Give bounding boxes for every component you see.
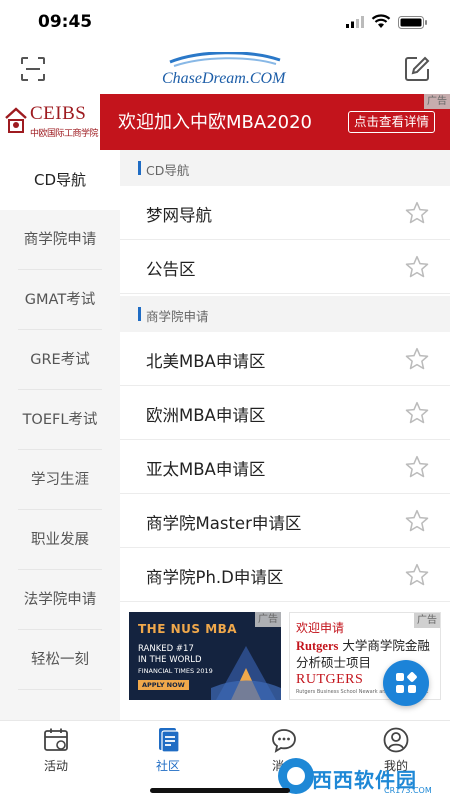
sidebar-item-label: 法学院申请 — [23, 592, 97, 608]
sidebar-item-label: GMAT考试 — [24, 292, 96, 308]
wifi-icon — [371, 14, 391, 28]
ceibs-brand: CEIBS — [30, 103, 87, 124]
signal-icon — [346, 16, 364, 28]
list-item[interactable]: 梦网导航 — [120, 186, 450, 240]
ad-tag: 广告 — [424, 94, 450, 109]
rutgers-ad-top: 欢迎申请 — [296, 621, 345, 635]
sidebar-item-label: 学习生涯 — [31, 472, 89, 488]
section-title: CD导航 — [146, 163, 190, 178]
home-indicator — [150, 788, 290, 793]
rutgers-ad-line2: 分析硕士项目 — [296, 655, 372, 670]
list-item[interactable]: 北美MBA申请区 — [120, 332, 450, 386]
sidebar-item-gre[interactable]: GRE考试 — [0, 330, 120, 390]
section-marker — [138, 161, 141, 175]
logo-text: ChaseDream.COM — [162, 70, 287, 86]
list-item-label: 亚太MBA申请区 — [146, 460, 266, 479]
grid-menu-button[interactable] — [383, 660, 429, 706]
sidebar-item-label: 职业发展 — [31, 532, 89, 548]
star-icon[interactable] — [404, 508, 430, 534]
category-sidebar: CD导航 商学院申请 GMAT考试 GRE考试 TOEFL考试 学习生涯 职业发… — [0, 150, 120, 720]
section-marker — [138, 307, 141, 321]
sidebar-item-study-life[interactable]: 学习生涯 — [0, 450, 120, 510]
nus-ad-line2: IN THE WORLD — [138, 655, 202, 665]
tab-activities[interactable]: 活动 — [11, 727, 101, 774]
rutgers-ad-line1-rest: 大学商学院金融 — [338, 638, 430, 653]
sidebar-item-relax[interactable]: 轻松一刻 — [0, 630, 120, 690]
user-icon — [383, 727, 409, 753]
app-header: ChaseDream.COM — [0, 44, 450, 94]
calendar-icon — [44, 728, 68, 751]
star-icon[interactable] — [404, 562, 430, 588]
document-icon — [159, 728, 180, 753]
list-item-label: 北美MBA申请区 — [146, 352, 266, 371]
nus-ad-line3: FINANCIAL TIMES 2019 — [138, 667, 213, 675]
watermark-sub: CR173.COM — [384, 786, 432, 795]
list-item[interactable]: 商学院Master申请区 — [120, 494, 450, 548]
banner-detail-button[interactable]: 点击查看详情 — [348, 111, 436, 133]
sidebar-item-cd-nav[interactable]: CD导航 — [0, 150, 120, 210]
list-item[interactable]: 公告区 — [120, 240, 450, 294]
grid-icon — [396, 672, 417, 693]
star-icon[interactable] — [404, 254, 430, 280]
section-header: 商学院申请 — [120, 296, 450, 332]
rutgers-logo: RUTGERS — [296, 672, 364, 687]
ceibs-logo: CEIBS 中欧国际工商学院 — [0, 94, 100, 150]
tab-community[interactable]: 社区 — [123, 727, 213, 774]
list-item-label: 梦网导航 — [146, 206, 212, 225]
nus-apply-button[interactable]: APPLY NOW — [138, 680, 189, 690]
list-item-label: 商学院Master申请区 — [146, 514, 302, 533]
sidebar-divider — [18, 689, 102, 690]
sidebar-item-label: 商学院申请 — [23, 232, 97, 248]
star-icon[interactable] — [404, 346, 430, 372]
star-icon[interactable] — [404, 200, 430, 226]
ad-tag: 广告 — [255, 612, 281, 627]
list-item[interactable]: 亚太MBA申请区 — [120, 440, 450, 494]
edit-icon[interactable] — [404, 56, 430, 82]
sidebar-item-label: TOEFL考试 — [22, 412, 98, 428]
sidebar-item-business-school[interactable]: 商学院申请 — [0, 210, 120, 270]
section-title: 商学院申请 — [146, 309, 209, 324]
sidebar-item-gmat[interactable]: GMAT考试 — [0, 270, 120, 330]
nus-mba-ad[interactable]: THE NUS MBA RANKED #17 IN THE WORLD FINA… — [129, 612, 281, 700]
star-icon[interactable] — [404, 454, 430, 480]
section-header: CD导航 — [120, 150, 450, 186]
ceibs-emblem-icon — [5, 107, 27, 133]
sidebar-item-toefl[interactable]: TOEFL考试 — [0, 390, 120, 450]
status-bar: 09:45 — [0, 0, 450, 44]
banner-title: 欢迎加入中欧MBA2020 — [118, 112, 313, 133]
chat-icon — [272, 729, 296, 753]
sidebar-item-label: GRE考试 — [30, 352, 90, 368]
watermark: 西西软件园 CR173.COM — [268, 756, 450, 800]
sidebar-item-law-school[interactable]: 法学院申请 — [0, 570, 120, 630]
sidebar-item-career[interactable]: 职业发展 — [0, 510, 120, 570]
scan-icon[interactable] — [20, 56, 46, 82]
list-item-label: 欧洲MBA申请区 — [146, 406, 266, 425]
list-item-label: 商学院Ph.D申请区 — [146, 568, 284, 587]
nus-campus-graphic — [211, 646, 281, 700]
status-time: 09:45 — [38, 12, 93, 32]
battery-icon — [398, 16, 427, 29]
chasedream-logo: ChaseDream.COM — [160, 51, 288, 87]
list-item-label: 公告区 — [146, 260, 196, 279]
nus-ad-line1: RANKED #17 — [138, 644, 194, 654]
tab-label: 社区 — [155, 759, 180, 773]
tab-label: 活动 — [43, 759, 68, 773]
rutgers-brand: Rutgers — [296, 639, 339, 653]
ceibs-brand-cn: 中欧国际工商学院 — [30, 129, 99, 139]
list-item[interactable]: 商学院Ph.D申请区 — [120, 548, 450, 602]
nus-ad-title: THE NUS MBA — [138, 622, 238, 636]
ad-tag: 广告 — [414, 613, 440, 628]
list-item[interactable]: 欧洲MBA申请区 — [120, 386, 450, 440]
star-icon[interactable] — [404, 400, 430, 426]
sidebar-item-label: 轻松一刻 — [31, 652, 89, 668]
ceibs-ad-banner[interactable]: CEIBS 中欧国际工商学院 欢迎加入中欧MBA2020 点击查看详情 广告 — [0, 94, 450, 150]
sidebar-item-label: CD导航 — [33, 171, 87, 189]
